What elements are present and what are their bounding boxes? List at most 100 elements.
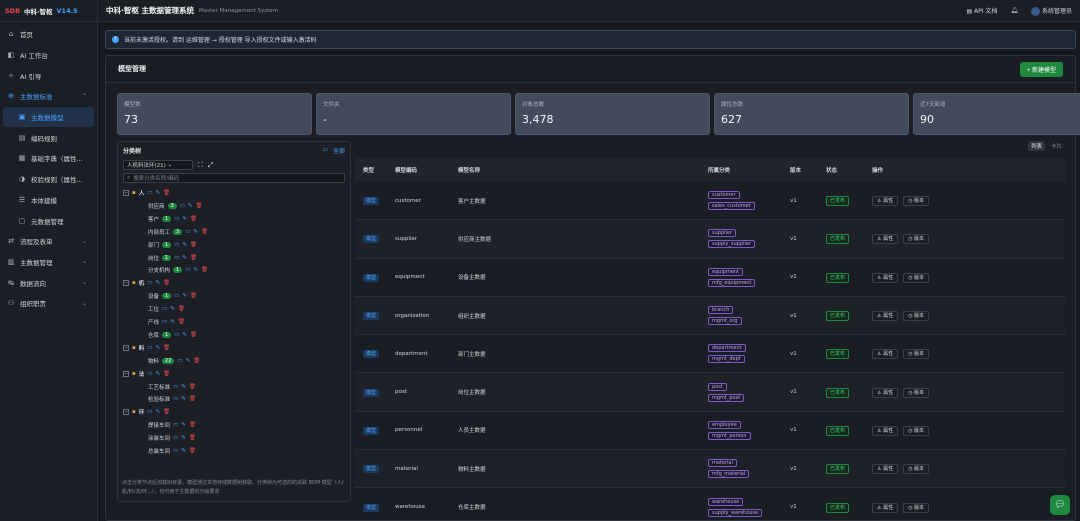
edit-icon[interactable]: ✎: [182, 255, 187, 261]
tree-node[interactable]: 客户 1 ▭ ✎ 🗑︎: [148, 213, 197, 225]
delete-icon[interactable]: 🗑︎: [190, 242, 197, 248]
versions-button[interactable]: ◷ 版本: [903, 272, 930, 283]
add-folder-icon[interactable]: ▭: [173, 396, 178, 402]
expand-icon[interactable]: ⤢: [208, 161, 214, 170]
nav-item-0[interactable]: ⌂ 首页: [0, 24, 97, 45]
edit-icon[interactable]: ✎: [181, 448, 186, 454]
versions-button[interactable]: ◷ 版本: [903, 502, 930, 513]
nav-item-1[interactable]: ◧ AI 工作台: [0, 45, 97, 66]
chat-assistant-button[interactable]: 💬︎: [1050, 495, 1070, 515]
delete-icon[interactable]: 🗑︎: [196, 203, 203, 209]
add-folder-icon[interactable]: ▭: [173, 448, 178, 454]
nav-item-8[interactable]: ☰ 本体建模: [0, 190, 97, 211]
nav-item-2[interactable]: ✧ AI 引导: [0, 65, 97, 86]
collapse-icon[interactable]: −: [123, 370, 129, 377]
add-folder-icon[interactable]: ▭: [162, 306, 167, 312]
new-model-button[interactable]: + 新建模型: [1019, 61, 1063, 77]
tree-node[interactable]: − ▪ 法 ▭ ✎ 🗑︎: [123, 368, 170, 380]
user-menu[interactable]: 系统管理员: [1031, 6, 1072, 16]
delete-icon[interactable]: 🗑︎: [189, 435, 196, 441]
add-folder-icon[interactable]: ▭: [180, 203, 185, 209]
add-folder-icon[interactable]: ▭: [147, 409, 152, 415]
edit-icon[interactable]: ✎: [188, 203, 193, 209]
tree-node[interactable]: 涂装车间 ▭ ✎ 🗑︎: [148, 432, 196, 444]
delete-icon[interactable]: 🗑︎: [163, 345, 170, 351]
add-folder-icon[interactable]: ▭: [147, 345, 152, 351]
collapse-icon[interactable]: −: [123, 344, 129, 351]
delete-icon[interactable]: 🗑︎: [189, 396, 196, 402]
delete-icon[interactable]: 🗑︎: [163, 409, 170, 415]
attributes-button[interactable]: ♙ 属性: [872, 502, 899, 513]
tree-node[interactable]: 部门 1 ▭ ✎ 🗑︎: [148, 239, 197, 251]
collapse-icon[interactable]: −: [123, 190, 129, 196]
add-folder-icon[interactable]: ▭: [162, 319, 167, 325]
delete-icon[interactable]: 🗑︎: [201, 267, 208, 273]
bell-icon[interactable]: 🔔︎: [1010, 7, 1018, 14]
tree-node[interactable]: − ▪ 料 ▭ ✎ 🗑︎: [123, 342, 170, 354]
tree-node[interactable]: 物料 22 ▭ ✎ 🗑︎: [148, 355, 200, 367]
versions-button[interactable]: ◷ 版本: [903, 196, 930, 207]
nav-item-9[interactable]: ▢ 元数据管理: [0, 210, 97, 231]
edit-icon[interactable]: ✎: [170, 306, 175, 312]
add-folder-icon[interactable]: ▭: [173, 384, 178, 390]
delete-icon[interactable]: 🗑︎: [190, 216, 197, 222]
tree-search-input[interactable]: ⌕ 搜索分类名称/编码: [123, 173, 345, 183]
delete-icon[interactable]: 🗑︎: [189, 422, 196, 428]
add-folder-icon[interactable]: ▭: [177, 358, 182, 364]
edit-icon[interactable]: ✎: [181, 384, 186, 390]
tree-node[interactable]: − ▪ 环 ▭ ✎ 🗑︎: [123, 406, 170, 418]
tree-node[interactable]: 内部员工 3 ▭ ✎ 🗑︎: [148, 226, 208, 238]
delete-icon[interactable]: 🗑︎: [163, 280, 170, 286]
nav-item-4[interactable]: ▣ 主数据模型: [3, 106, 94, 128]
versions-button[interactable]: ◷ 版本: [903, 464, 930, 475]
tree-node[interactable]: 分支机构 1 ▭ ✎ 🗑︎: [148, 264, 208, 276]
delete-icon[interactable]: 🗑︎: [178, 306, 185, 312]
attributes-button[interactable]: ♙ 属性: [872, 311, 899, 322]
delete-icon[interactable]: 🗑︎: [190, 332, 197, 338]
add-folder-icon[interactable]: ▭: [173, 435, 178, 441]
nav-item-6[interactable]: ▦ 基础字典（属性...: [0, 148, 97, 169]
nav-item-13[interactable]: ⚇ 组织职责 ⌄: [0, 293, 97, 314]
delete-icon[interactable]: 🗑︎: [190, 255, 197, 261]
nav-item-3[interactable]: ⊕ 主数据标准 ⌃: [0, 86, 97, 107]
versions-button[interactable]: ◷ 版本: [903, 349, 930, 360]
tree-node[interactable]: 总装车间 ▭ ✎ 🗑︎: [148, 445, 196, 457]
collapse-icon[interactable]: −: [123, 409, 129, 416]
folder-icon[interactable]: ▭: [322, 146, 328, 155]
add-folder-icon[interactable]: ▭: [174, 216, 179, 222]
edit-icon[interactable]: ✎: [181, 435, 186, 441]
versions-button[interactable]: ◷ 版本: [903, 234, 930, 245]
versions-button[interactable]: ◷ 版本: [903, 311, 930, 322]
edit-icon[interactable]: ✎: [170, 319, 175, 325]
delete-icon[interactable]: 🗑︎: [178, 319, 185, 325]
add-folder-icon[interactable]: ▭: [174, 293, 179, 299]
tree-node[interactable]: 岗位 1 ▭ ✎ 🗑︎: [148, 252, 197, 264]
list-view-tab[interactable]: 列表: [1027, 141, 1045, 151]
tree-node[interactable]: 检验标准 ▭ ✎ 🗑︎: [148, 393, 196, 405]
tree-node[interactable]: 供应商 3 ▭ ✎ 🗑︎: [148, 200, 203, 212]
attributes-button[interactable]: ♙ 属性: [872, 272, 899, 283]
add-folder-icon[interactable]: ▭: [174, 332, 179, 338]
delete-icon[interactable]: 🗑︎: [163, 190, 170, 196]
edit-icon[interactable]: ✎: [193, 229, 198, 235]
edit-icon[interactable]: ✎: [155, 371, 160, 377]
fullscreen-icon[interactable]: ⛶: [198, 161, 203, 170]
add-folder-icon[interactable]: ▭: [147, 190, 152, 196]
nav-item-11[interactable]: ▥ 主数据管理 ⌄: [0, 252, 97, 273]
delete-icon[interactable]: 🗑︎: [163, 371, 170, 377]
add-folder-icon[interactable]: ▭: [147, 371, 152, 377]
edit-icon[interactable]: ✎: [182, 293, 187, 299]
attributes-button[interactable]: ♙ 属性: [872, 349, 899, 360]
edit-icon[interactable]: ✎: [155, 280, 160, 286]
delete-icon[interactable]: 🗑︎: [189, 448, 196, 454]
tree-node[interactable]: 焊接车间 ▭ ✎ 🗑︎: [148, 419, 196, 431]
tree-node[interactable]: 工位 ▭ ✎ 🗑︎: [148, 303, 185, 315]
edit-icon[interactable]: ✎: [182, 242, 187, 248]
edit-icon[interactable]: ✎: [155, 190, 160, 196]
attributes-button[interactable]: ♙ 属性: [872, 464, 899, 475]
edit-icon[interactable]: ✎: [181, 422, 186, 428]
card-view-tab[interactable]: 卡片: [1048, 141, 1065, 151]
delete-icon[interactable]: 🗑︎: [189, 384, 196, 390]
tree-scheme-select[interactable]: 人机料法环(21) ⌄: [123, 160, 193, 170]
delete-icon[interactable]: 🗑︎: [190, 293, 197, 299]
